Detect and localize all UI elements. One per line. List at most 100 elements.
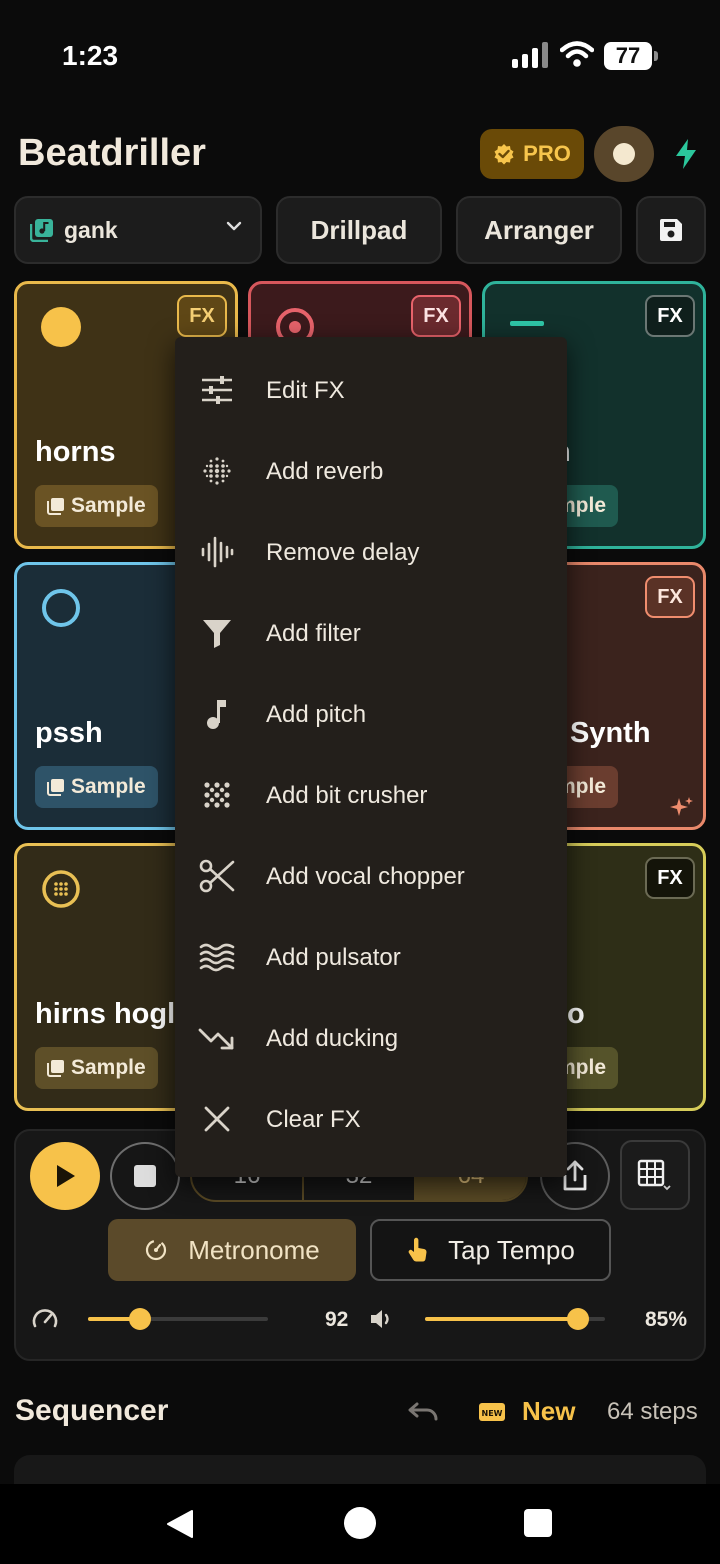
app-title: Beatdriller [18,132,206,174]
menu-item-remove-delay[interactable]: Remove delay [175,512,567,593]
sparkle-icon [670,797,693,816]
pro-label: PRO [523,141,571,166]
back-icon[interactable] [166,1509,194,1539]
sample-tag: Sample [35,485,158,527]
menu-item-label: Edit FX [266,376,345,404]
menu-item-label: Add bit crusher [266,781,428,809]
arranger-button[interactable]: Arranger [456,196,622,264]
metronome-button[interactable]: Metronome [108,1219,356,1281]
wifi-icon [560,41,594,67]
volume-slider-fill [425,1317,578,1321]
save-icon [660,219,682,241]
new-badge-icon: NEW [479,1402,505,1421]
metronome-label: Metronome [188,1234,320,1265]
stop-button[interactable] [110,1142,180,1210]
music-note-icon [197,694,237,734]
reverb-dots-icon [197,451,237,491]
chevron-down-icon [226,221,242,231]
menu-item-edit-fx[interactable]: Edit FX [175,350,567,431]
pad-name: o [567,998,585,1030]
fx-badge[interactable]: FX [411,295,461,337]
battery-icon: 77 [604,42,658,70]
menu-item-label: Clear FX [266,1105,361,1133]
sample-tag: Sample [35,1047,158,1089]
volume-value: 85% [645,1308,688,1331]
project-name: gank [64,216,118,243]
menu-item-label: Add filter [266,619,361,647]
stop-icon [134,1165,156,1187]
volume-slider[interactable] [425,1308,605,1330]
menu-item-add-pulsator[interactable]: Add pulsator [175,917,567,998]
recents-icon[interactable] [524,1509,552,1537]
sample-icon [47,1060,64,1077]
tap-finger-icon [408,1237,427,1262]
speedometer-icon [32,1309,58,1328]
battery-level: 77 [615,43,641,68]
sample-tag-label: Sample [71,494,146,517]
menu-item-add-ducking[interactable]: Add ducking [175,998,567,1079]
scissors-icon [197,856,237,896]
signal-icon [512,42,548,68]
menu-item-label: Add vocal chopper [266,862,465,890]
grid-view-button[interactable] [620,1140,690,1210]
new-label: New [522,1396,576,1426]
fx-badge[interactable]: FX [645,295,695,337]
verified-badge-icon [494,144,514,165]
pad-name: hirns hogl [35,998,176,1030]
avatar[interactable] [594,126,654,182]
menu-item-add-bit-crusher[interactable]: Add bit crusher [175,755,567,836]
filled-circle-icon [41,307,81,347]
menu-item-add-pitch[interactable]: Add pitch [175,674,567,755]
tap-tempo-button[interactable]: Tap Tempo [370,1219,611,1281]
dotted-circle-icon [42,870,80,908]
waveform-icon [197,532,237,572]
save-button[interactable] [636,196,706,264]
play-icon [57,1165,75,1187]
circle-outline-icon [42,589,80,627]
bit-crusher-dots-icon [197,775,237,815]
menu-item-clear-fx[interactable]: Clear FX [175,1079,567,1160]
sequencer-steps-count: 64 steps [607,1398,698,1425]
trending-down-icon [197,1018,237,1058]
filter-funnel-icon [197,613,237,653]
menu-item-label: Add reverb [266,457,384,485]
project-select[interactable]: gank [14,196,262,264]
fx-badge[interactable]: FX [177,295,227,337]
menu-item-add-filter[interactable]: Add filter [175,593,567,674]
volume-icon [371,1310,389,1328]
fx-badge[interactable]: FX [645,857,695,899]
waves-icon [197,937,237,977]
pad-name: pssh [35,717,103,749]
volume-slider-thumb[interactable] [567,1308,589,1330]
bolt-icon[interactable] [673,138,699,170]
menu-item-add-vocal-chopper[interactable]: Add vocal chopper [175,836,567,917]
new-sequence-button[interactable]: NEW New [478,1396,575,1427]
dash-icon [510,321,544,326]
menu-item-label: Add ducking [266,1024,399,1052]
menu-item-label: Add pulsator [266,943,401,971]
grid-icon [637,1159,671,1191]
fx-badge[interactable]: FX [645,576,695,618]
sample-tag-label: Sample [71,1056,146,1079]
sample-icon [47,779,64,796]
pad-name: Synth [570,717,651,749]
sample-tag: Sample [35,766,158,808]
play-button[interactable] [30,1142,100,1210]
svg-text:NEW: NEW [482,1409,503,1418]
pro-badge[interactable]: PRO [480,129,584,179]
home-icon[interactable] [344,1507,376,1539]
menu-item-label: Remove delay [266,538,420,566]
status-bar: 1:23 77 [0,0,720,110]
undo-icon[interactable] [407,1398,441,1424]
close-icon [197,1099,237,1139]
sequencer-title: Sequencer [15,1394,169,1427]
sample-icon [47,498,64,515]
tempo-slider[interactable] [88,1308,268,1330]
music-library-icon [30,219,53,242]
menu-item-add-reverb[interactable]: Add reverb [175,431,567,512]
menu-item-label: Add pitch [266,700,367,728]
fx-context-menu: Edit FX Add reverb Remove delay Add filt… [175,337,567,1177]
tap-tempo-label: Tap Tempo [448,1234,575,1265]
sample-tag-label: Sample [71,775,146,798]
drillpad-button[interactable]: Drillpad [276,196,442,264]
